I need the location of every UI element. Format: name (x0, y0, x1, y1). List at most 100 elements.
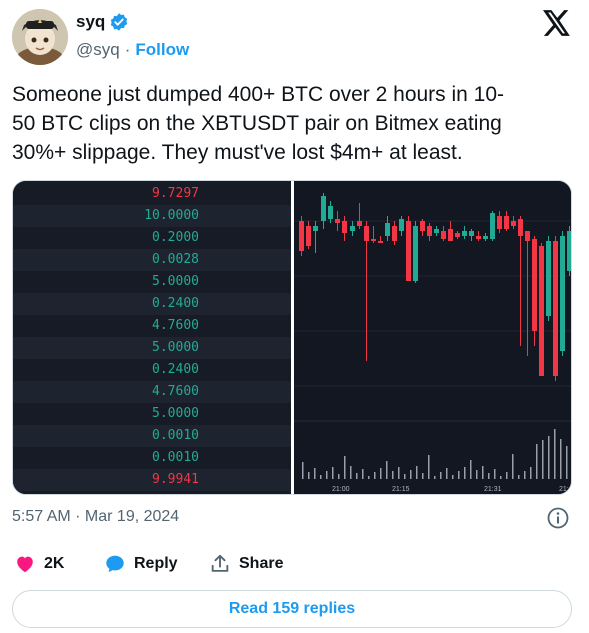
volume-bar (434, 476, 436, 479)
orderbook-price: 0.2400 (152, 362, 199, 377)
orderbook-row: 0.0010 (13, 447, 291, 469)
orderbook-price: 10.0000 (144, 208, 199, 223)
orderbook-row: 10.0000 (13, 205, 291, 227)
volume-bar (500, 476, 502, 479)
avatar[interactable] (12, 9, 68, 65)
candle-body (385, 223, 390, 236)
volume-bar (548, 436, 550, 479)
orderbook-row: 0.2400 (13, 359, 291, 381)
volume-bar (380, 468, 382, 479)
like-button[interactable]: 2K (14, 553, 64, 575)
follow-button[interactable]: Follow (135, 40, 189, 60)
volume-bar (320, 475, 322, 479)
info-icon[interactable] (546, 506, 570, 530)
candle-body (392, 226, 397, 241)
volume-bar (494, 469, 496, 479)
volume-bar (506, 472, 508, 479)
volume-bar (554, 429, 556, 479)
volume-bar (392, 471, 394, 479)
volume-bar (428, 455, 430, 479)
volume-bar (476, 470, 478, 479)
share-label: Share (239, 555, 284, 572)
candle-body (427, 226, 432, 236)
candle-body (299, 221, 304, 251)
volume-bar (356, 473, 358, 479)
time-axis-label: 21:4 (559, 486, 572, 493)
orderbook-price: 5.0000 (152, 274, 199, 289)
orderbook-price: 0.0010 (152, 428, 199, 443)
candle-body (462, 231, 467, 236)
volume-bar (344, 456, 346, 479)
candle-body (504, 216, 509, 229)
orderbook-row: 0.2400 (13, 293, 291, 315)
volume-bar (422, 473, 424, 479)
volume-bar (440, 472, 442, 479)
volume-bar (482, 466, 484, 479)
volume-bar (458, 471, 460, 479)
orderbook-price: 9.9941 (152, 472, 199, 487)
handle[interactable]: @syq (76, 40, 120, 60)
orderbook-price: 9.7297 (152, 186, 199, 201)
candle-body (357, 221, 362, 226)
avatar-image (12, 9, 68, 65)
reply-button[interactable]: Reply (104, 553, 178, 575)
candle-body (321, 196, 326, 221)
candle-body (399, 219, 404, 231)
candle-body (328, 206, 333, 219)
candle-body (342, 221, 347, 233)
volume-bar (524, 471, 526, 479)
volume-bar (302, 462, 304, 479)
orderbook-row: 5.0000 (13, 337, 291, 359)
orderbook-price: 5.0000 (152, 340, 199, 355)
volume-bar (416, 466, 418, 479)
candle-body (483, 236, 488, 239)
tweet-timestamp[interactable]: 5:57 AM · Mar 19, 2024 (12, 508, 179, 526)
tweet-header: syq @syq · Follow (0, 0, 589, 74)
display-name[interactable]: syq (76, 12, 105, 32)
like-count: 2K (44, 555, 65, 572)
volume-bar (488, 473, 490, 479)
orderbook-row: 9.7297 (13, 183, 291, 205)
candle-body (532, 239, 537, 331)
candle-body (539, 246, 544, 376)
candle-body (567, 231, 571, 271)
read-replies-button[interactable]: Read 159 replies (12, 590, 572, 628)
heart-icon (14, 553, 36, 575)
candle-body (378, 241, 383, 243)
x-logo-icon[interactable] (543, 10, 571, 36)
share-button[interactable]: Share (209, 553, 283, 575)
orderbook-price: 4.7600 (152, 318, 199, 333)
volume-bar (398, 467, 400, 479)
reply-bubble-icon (104, 553, 126, 575)
orderbook-price: 0.2000 (152, 230, 199, 245)
orderbook-row: 5.0000 (13, 403, 291, 425)
candle-body (469, 231, 474, 236)
candle-body (371, 239, 376, 241)
time-axis-label: 21:15 (392, 486, 410, 493)
orderbook-row: 4.7600 (13, 315, 291, 337)
candle-body (455, 233, 460, 237)
candle-body (434, 229, 439, 233)
volume-bar (530, 467, 532, 479)
volume-bar (374, 472, 376, 479)
volume-bar (326, 471, 328, 479)
candle-body (441, 231, 446, 239)
candlestick-chart: 21:00 21:15 21:31 21:4 (294, 181, 572, 494)
volume-bar (314, 468, 316, 479)
volume-bar (566, 446, 568, 479)
candle-body (511, 221, 516, 226)
tweet-media[interactable]: 9.7297 10.0000 0.2000 0.0028 5.0000 0.2400 4.7… (12, 180, 572, 495)
volume-bar (368, 476, 370, 479)
name-row: syq (76, 12, 129, 32)
volume-bar (542, 440, 544, 479)
candle-body (364, 226, 369, 241)
orderbook-row: 0.2000 (13, 227, 291, 249)
orderbook-row: 0.0010 (13, 425, 291, 447)
candle-body (490, 213, 495, 239)
candle-body (546, 241, 551, 316)
volume-bar (470, 460, 472, 479)
volume-bar (386, 461, 388, 479)
volume-bar (536, 444, 538, 479)
orderbook-price: 0.2400 (152, 296, 199, 311)
candle-body (406, 221, 411, 281)
